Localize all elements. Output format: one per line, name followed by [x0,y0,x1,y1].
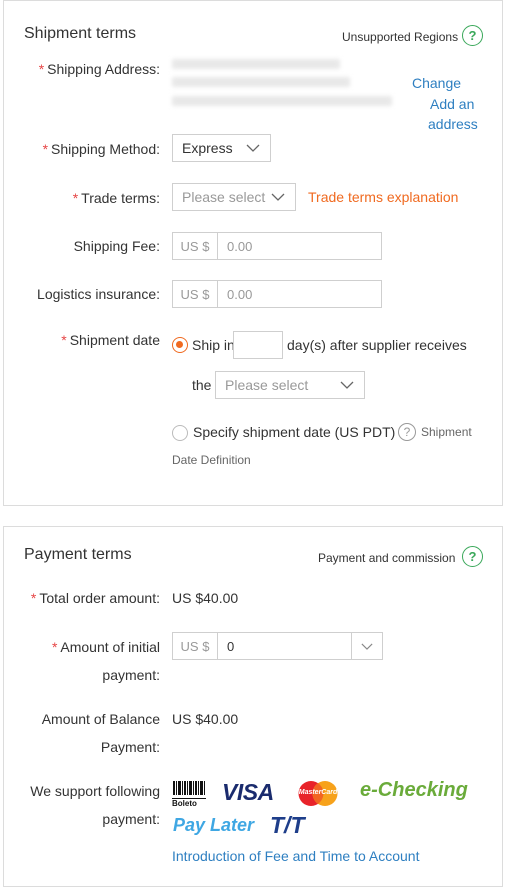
currency-prefix: US $ [173,633,218,659]
shipping-fee-label: Shipping Fee: [73,238,160,254]
initial-payment-label: * Amount of initial [51,639,160,655]
total-order-label: * Total order amount: [30,590,160,606]
required-mark: * [42,141,49,157]
visa-logo: VISA [222,779,274,805]
shipment-definition-link-2[interactable]: Date Definition [172,453,251,467]
supported-payment-label-2: payment: [102,811,160,827]
shipment-definition-link[interactable]: Shipment [421,425,472,439]
required-mark: * [30,590,37,606]
balance-payment-label: Amount of Balance [41,711,160,727]
required-mark: * [51,639,58,655]
add-address-link[interactable]: Add an [430,96,474,112]
logistics-insurance-placeholder: 0.00 [227,286,253,302]
dropdown-toggle[interactable] [351,633,382,659]
shipping-method-label: * Shipping Method: [42,141,160,157]
shipping-fee-input[interactable]: US $ 0.00 [172,232,382,260]
supported-payment-label: We support following [30,783,160,799]
shipping-method-value: Express [182,140,233,156]
initial-payment-value: 0 [227,638,235,654]
required-mark: * [61,332,67,348]
initial-payment-select[interactable]: US $ 0 [172,632,383,660]
after-text: day(s) after supplier receives [287,337,467,353]
boleto-logo: Boleto [172,781,206,808]
ship-in-text: Ship in [192,337,235,353]
shipping-address-label: * Shipping Address: [38,61,160,77]
barcode-icon [173,781,205,795]
add-address-link-2[interactable]: address [428,116,478,132]
required-mark: * [38,61,45,77]
trade-terms-placeholder: Please select [182,189,266,205]
help-icon[interactable]: ? [462,25,483,46]
trade-terms-explanation-link[interactable]: Trade terms explanation [308,189,458,205]
logistics-insurance-label: Logistics insurance: [37,286,160,302]
chevron-down-icon [271,193,285,201]
shipping-fee-placeholder: 0.00 [227,238,253,254]
shipping-method-select[interactable]: Express [172,134,271,162]
currency-prefix: US $ [173,281,218,307]
logistics-insurance-input[interactable]: US $ 0.00 [172,280,382,308]
change-address-link[interactable]: Change [412,75,461,91]
balance-payment-label-2: Payment: [100,739,160,755]
payment-terms-title: Payment terms [24,546,132,563]
ship-days-input[interactable] [233,331,283,359]
payment-commission-link[interactable]: Payment and commission [318,551,455,565]
mastercard-logo: MasterCard [297,780,339,807]
help-icon[interactable]: ? [398,423,416,441]
paylater-logo: Pay Later [173,815,255,835]
chevron-down-icon [361,643,373,650]
initial-payment-label-2: payment: [102,667,160,683]
shipment-terms-card: Shipment terms Unsupported Regions ? * Sh… [3,0,503,506]
receives-event-select[interactable]: Please select [215,371,365,399]
help-icon[interactable]: ? [462,546,483,567]
total-order-value: US $40.00 [172,590,239,606]
balance-payment-value: US $40.00 [172,711,239,727]
shipment-date-label: * Shipment date [61,332,160,348]
payment-terms-card: Payment terms Payment and commission ? *… [3,526,503,887]
ship-in-radio[interactable] [172,337,188,353]
currency-prefix: US $ [173,233,218,259]
unsupported-regions-link[interactable]: Unsupported Regions [342,30,458,44]
trade-terms-label: * Trade terms: [72,190,160,206]
chevron-down-icon [340,381,354,389]
required-mark: * [72,190,79,206]
specify-date-radio[interactable] [172,425,188,441]
trade-terms-select[interactable]: Please select [172,183,296,211]
the-text: the [192,377,212,393]
receives-event-placeholder: Please select [225,377,309,393]
fee-time-introduction-link[interactable]: Introduction of Fee and Time to Account [172,848,419,864]
shipment-terms-title: Shipment terms [24,25,137,42]
tt-logo: T/T [270,812,305,838]
specify-date-text: Specify shipment date (US PDT) [193,424,396,440]
chevron-down-icon [246,144,260,152]
echecking-logo: e-Checking [360,779,468,801]
